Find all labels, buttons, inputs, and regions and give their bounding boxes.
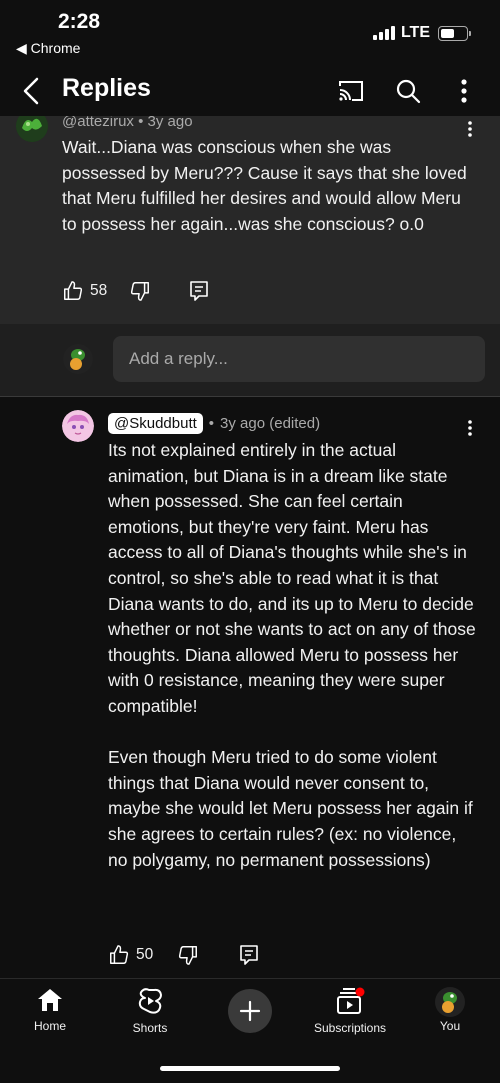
reply-text: Its not explained entirely in the actual…	[108, 440, 476, 870]
commenter-handle[interactable]: @attezirux	[62, 116, 134, 130]
avatar-image	[16, 116, 48, 142]
thumbs-down-icon	[131, 282, 150, 301]
search-icon	[396, 79, 421, 104]
comment-actions: 58	[62, 280, 209, 302]
reply-more-button[interactable]	[460, 417, 480, 439]
create-button[interactable]	[228, 989, 272, 1033]
signal-icon	[372, 26, 395, 40]
avatar-image	[63, 344, 93, 374]
avatar-image	[435, 987, 465, 1017]
add-reply-input[interactable]	[113, 336, 485, 382]
comment-text: Wait...Diana was conscious when she was …	[62, 137, 467, 234]
reply-meta: @Skuddbutt • 3y ago (edited)	[108, 413, 320, 434]
comment-meta: @attezirux • 3y ago	[62, 116, 193, 130]
home-indicator	[160, 1066, 340, 1071]
nav-shorts[interactable]: Shorts	[100, 987, 200, 1035]
shorts-icon	[138, 988, 162, 1014]
cast-button[interactable]	[334, 74, 368, 108]
comment-age: 3y ago	[147, 116, 193, 130]
like-button[interactable]: 58	[62, 280, 107, 302]
user-avatar	[63, 344, 93, 374]
divider	[0, 396, 500, 397]
thumbs-up-icon	[110, 945, 129, 964]
thumbs-up-icon	[64, 281, 83, 300]
comment-icon	[190, 281, 209, 301]
reply-actions: 50	[108, 944, 259, 966]
dislike-button[interactable]	[177, 944, 199, 966]
back-arrow-icon	[23, 77, 39, 105]
app-bar: Replies	[0, 64, 500, 116]
nav-label: You	[439, 1019, 461, 1033]
network-type: LTE	[400, 24, 430, 41]
like-button[interactable]: 50	[108, 944, 153, 966]
subscriptions-icon	[337, 987, 365, 1014]
more-options-button[interactable]	[447, 74, 481, 108]
add-reply-row	[0, 324, 500, 396]
like-count: 50	[136, 946, 154, 963]
nav-subscriptions[interactable]: Subscriptions	[300, 987, 400, 1035]
page-title: Replies	[62, 74, 151, 102]
battery-icon	[438, 25, 471, 41]
plus-icon	[239, 1000, 261, 1022]
replier-handle[interactable]: @Skuddbutt	[108, 413, 203, 434]
status-bar: 2:28 ◀ Chrome LTE	[0, 0, 500, 64]
like-count: 58	[90, 282, 108, 299]
home-icon	[38, 989, 62, 1011]
search-button[interactable]	[391, 74, 425, 108]
nav-create[interactable]	[200, 989, 300, 1033]
nav-label: Subscriptions	[313, 1021, 387, 1035]
reply-age: 3y ago (edited)	[220, 415, 321, 432]
avatar-image	[62, 410, 94, 442]
status-time: 2:28	[58, 10, 101, 33]
nav-label: Home	[33, 1019, 66, 1033]
dislike-button[interactable]	[129, 280, 151, 302]
parent-comment: @attezirux • 3y ago Wait...Diana was con…	[0, 116, 500, 324]
back-to-chrome-link[interactable]: ◀ Chrome	[16, 40, 80, 57]
comment-icon	[240, 945, 259, 965]
thumbs-down-icon	[179, 946, 198, 965]
nav-you[interactable]: You	[400, 987, 500, 1033]
reply-button[interactable]	[189, 280, 209, 302]
status-indicators: LTE	[372, 24, 471, 42]
commenter-avatar[interactable]	[16, 116, 48, 142]
back-button[interactable]	[14, 74, 48, 108]
nav-home[interactable]: Home	[0, 987, 100, 1033]
reply-button[interactable]	[239, 944, 259, 966]
vertical-dots-icon	[468, 420, 472, 436]
cast-icon	[339, 81, 363, 101]
nav-label: Shorts	[132, 1021, 168, 1035]
vertical-dots-icon	[461, 79, 467, 103]
replier-avatar[interactable]	[62, 410, 94, 442]
